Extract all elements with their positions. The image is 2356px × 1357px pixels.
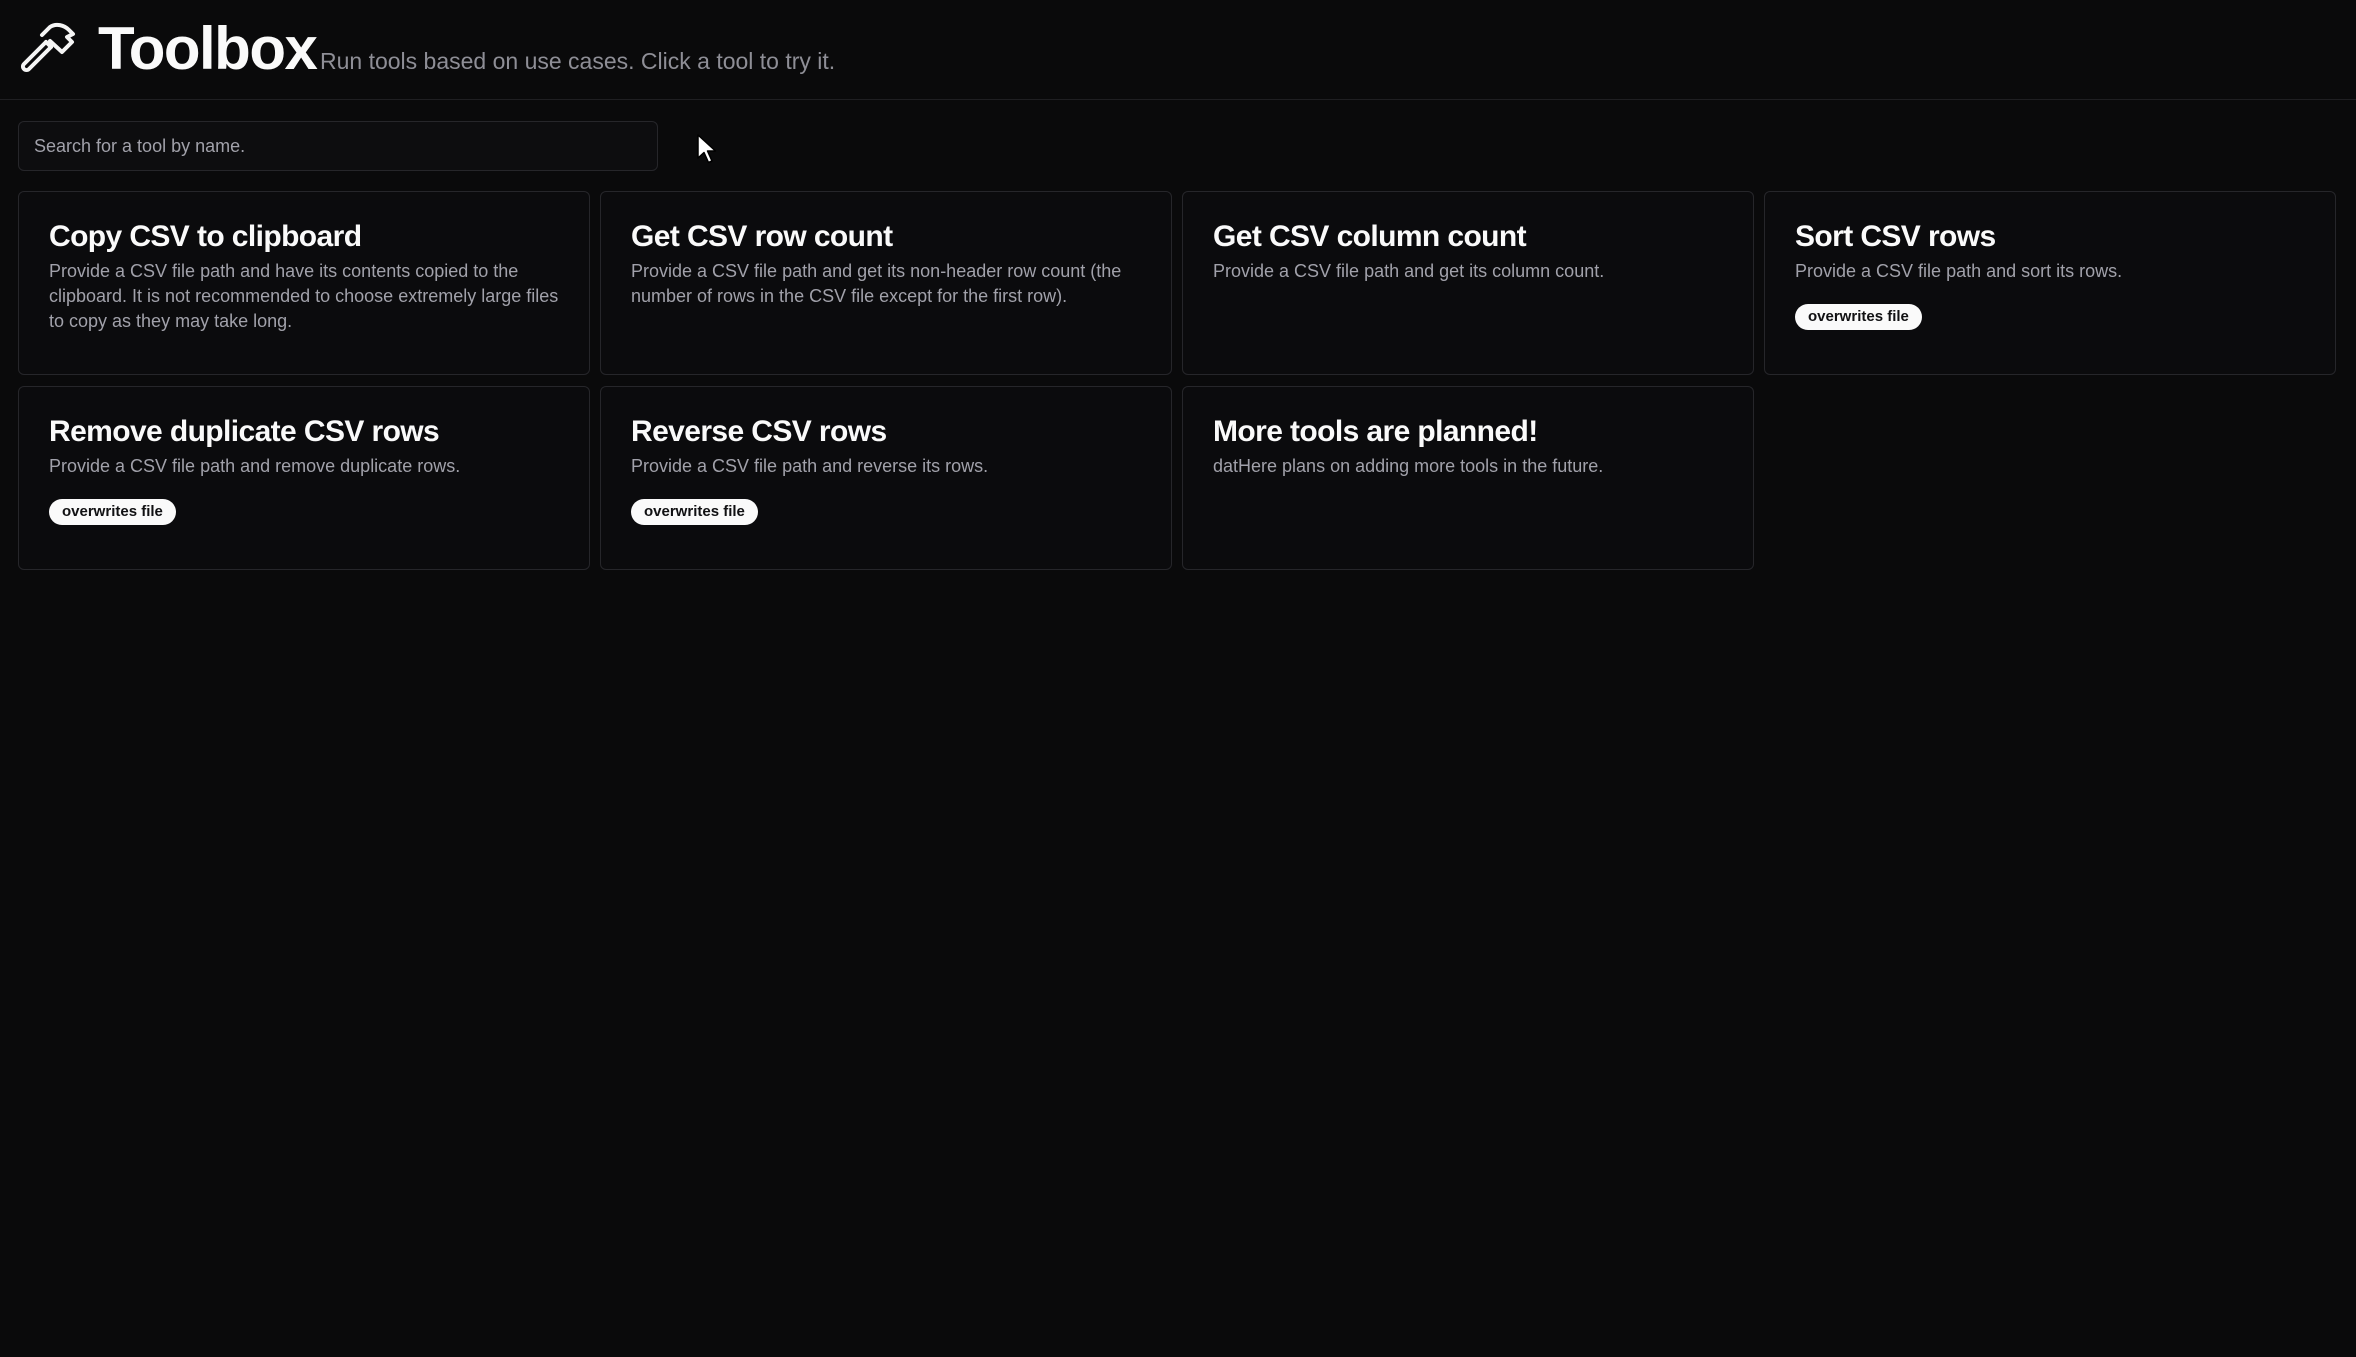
tool-card-title: Get CSV column count (1213, 220, 1527, 253)
tool-card-remove-duplicate-csv-rows[interactable]: Remove duplicate CSV rows Provide a CSV … (18, 386, 590, 570)
tool-card-more-tools-planned[interactable]: More tools are planned! datHere plans on… (1182, 386, 1754, 570)
overwrites-file-badge: overwrites file (49, 499, 176, 525)
tool-card-title: Get CSV row count (631, 220, 893, 253)
tool-card-get-csv-column-count[interactable]: Get CSV column count Provide a CSV file … (1182, 191, 1754, 375)
tool-card-description: Provide a CSV file path and get its non-… (631, 261, 1122, 306)
tool-card-sort-csv-rows[interactable]: Sort CSV rows Provide a CSV file path an… (1764, 191, 2336, 375)
page-title: Toolbox (98, 15, 318, 82)
tool-card-reverse-csv-rows[interactable]: Reverse CSV rows Provide a CSV file path… (600, 386, 1172, 570)
app-header: Toolbox Run tools based on use cases. Cl… (0, 0, 2356, 100)
tool-card-description: Provide a CSV file path and get its colu… (1213, 261, 1605, 281)
tool-card-get-csv-row-count[interactable]: Get CSV row count Provide a CSV file pat… (600, 191, 1172, 375)
tool-card-description: Provide a CSV file path and remove dupli… (49, 456, 461, 476)
tool-card-description: Provide a CSV file path and have its con… (49, 261, 559, 331)
tool-card-title: Sort CSV rows (1795, 220, 1996, 253)
tool-card-description: datHere plans on adding more tools in th… (1213, 456, 1604, 476)
tool-card-title: Remove duplicate CSV rows (49, 415, 440, 448)
tool-grid: Copy CSV to clipboard Provide a CSV file… (18, 191, 2338, 570)
overwrites-file-badge: overwrites file (631, 499, 758, 525)
tool-search-input[interactable] (18, 121, 658, 171)
tool-card-title: Reverse CSV rows (631, 415, 887, 448)
page-subtitle: Run tools based on use cases. Click a to… (320, 48, 836, 74)
mouse-pointer-icon (697, 134, 717, 164)
tool-card-description: Provide a CSV file path and sort its row… (1795, 261, 2123, 281)
tool-card-title: More tools are planned! (1213, 415, 1538, 448)
tool-card-copy-csv-to-clipboard[interactable]: Copy CSV to clipboard Provide a CSV file… (18, 191, 590, 375)
hammer-icon (21, 22, 75, 72)
tool-card-description: Provide a CSV file path and reverse its … (631, 456, 989, 476)
tool-card-title: Copy CSV to clipboard (49, 220, 362, 253)
overwrites-file-badge: overwrites file (1795, 304, 1922, 330)
